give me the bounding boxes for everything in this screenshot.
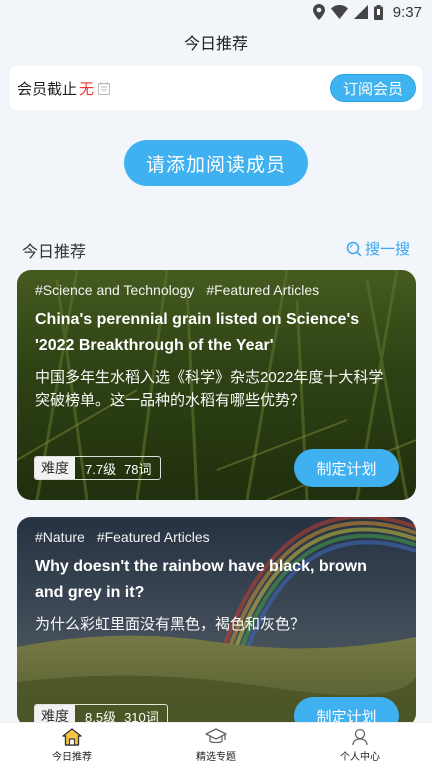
location-icon xyxy=(312,4,325,20)
graduation-cap-icon xyxy=(205,728,227,744)
article-card[interactable]: #Nature #Featured Articles Why doesn't t… xyxy=(17,517,416,727)
home-icon xyxy=(62,728,82,746)
difficulty-label: 难度 xyxy=(35,457,75,479)
make-plan-button[interactable]: 制定计划 xyxy=(294,449,399,487)
difficulty-level: 7.7级 xyxy=(85,461,117,477)
search-icon xyxy=(346,241,362,257)
add-reading-member-button[interactable]: 请添加阅读成员 xyxy=(124,140,308,186)
section-title: 今日推荐 xyxy=(22,244,87,261)
article-title-zh: 中国多年生水稻入选《科学》杂志2022年度十大科学突破榜单。这一品种的水稻有哪些… xyxy=(35,369,384,409)
person-icon xyxy=(352,728,368,746)
member-expiry-status: 无 xyxy=(79,80,95,98)
subscribe-member-button[interactable]: 订阅会员 xyxy=(329,74,416,102)
article-tag[interactable]: #Featured Articles xyxy=(97,529,210,545)
article-tag[interactable]: #Featured Articles xyxy=(206,282,319,298)
membership-card: 会员截止 无 订阅会员 xyxy=(10,66,422,110)
article-tag[interactable]: #Nature xyxy=(35,529,85,545)
signal-icon xyxy=(353,5,368,19)
nav-label: 今日推荐 xyxy=(52,752,92,763)
wifi-icon xyxy=(330,5,348,19)
page-title: 今日推荐 xyxy=(183,36,248,53)
bottom-navigation: 今日推荐 精选专题 个人中心 xyxy=(0,722,432,768)
nav-label: 精选专题 xyxy=(196,752,236,763)
word-count: 78词 xyxy=(124,461,152,477)
status-bar: 9:37 xyxy=(0,0,432,24)
nav-label: 个人中心 xyxy=(340,752,380,763)
nav-item-featured[interactable]: 精选专题 xyxy=(144,723,288,768)
article-card[interactable]: #Science and Technology #Featured Articl… xyxy=(17,270,416,500)
status-time: 9:37 xyxy=(392,3,422,21)
member-expiry-label: 会员截止 xyxy=(17,80,78,98)
search-label: 搜一搜 xyxy=(364,241,410,258)
article-title-zh: 为什么彩虹里面没有黑色，褐色和灰色？ xyxy=(35,616,306,633)
article-tag[interactable]: #Science and Technology xyxy=(35,282,194,298)
article-title-en: China's perennial grain listed on Scienc… xyxy=(35,311,360,354)
nav-item-today[interactable]: 今日推荐 xyxy=(0,723,144,768)
calendar-icon xyxy=(98,81,111,95)
nav-item-profile[interactable]: 个人中心 xyxy=(288,723,432,768)
search-button[interactable]: 搜一搜 xyxy=(346,238,410,259)
battery-icon xyxy=(373,4,383,20)
difficulty-badge: 难度 7.7级 78词 xyxy=(34,456,161,480)
article-title-en: Why doesn't the rainbow have black, brow… xyxy=(35,558,367,601)
